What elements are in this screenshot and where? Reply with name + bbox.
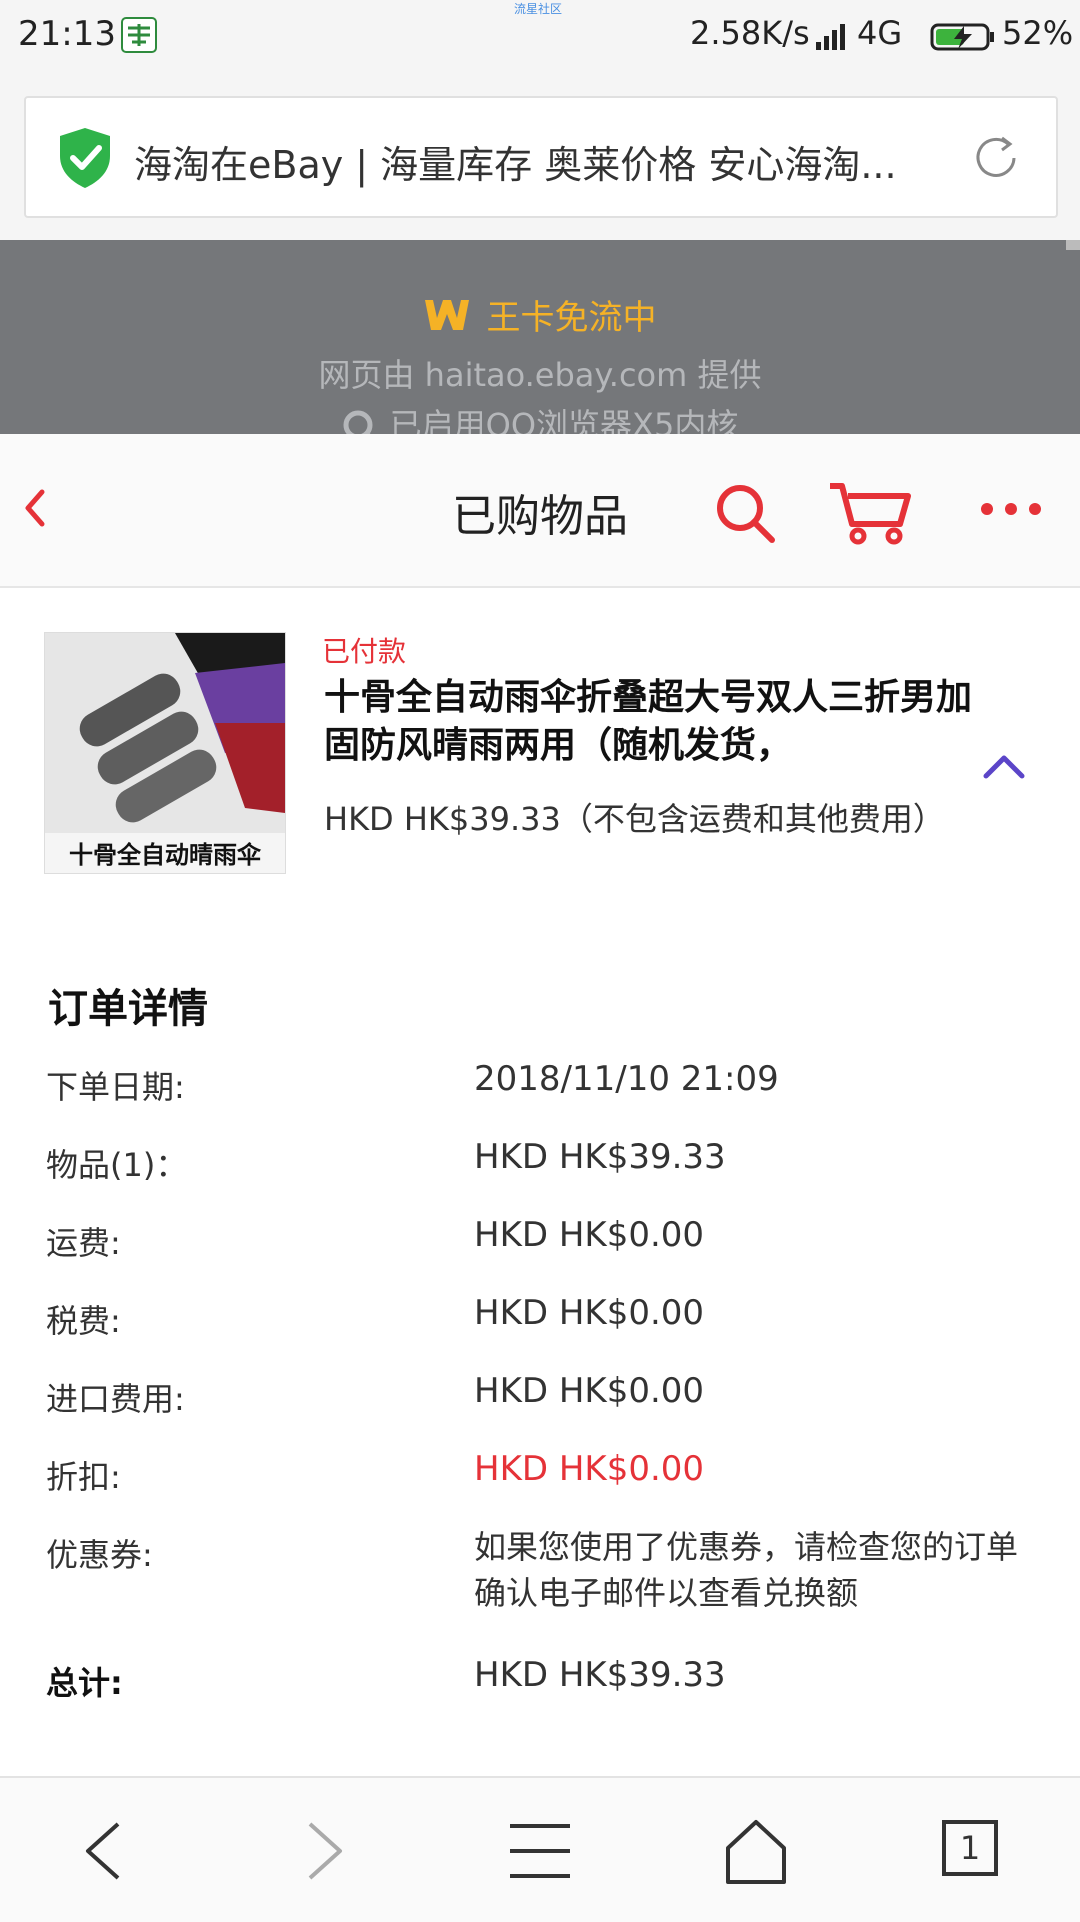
order-total-value: HKD HK$39.33 <box>474 1655 726 1695</box>
browser-info-band: 王卡免流中 网页由 haitao.ebay.com 提供 已启用QQ浏览器X5内… <box>0 240 1080 434</box>
search-icon[interactable] <box>712 480 778 546</box>
product-price: HKD HK$39.33（不包含运费和其他费用） <box>324 800 945 838</box>
order-value: HKD HK$0.00 <box>474 1293 705 1333</box>
x5-notice-row: 已启用QQ浏览器X5内核 <box>0 400 1080 434</box>
app-header: 已购物品 <box>0 434 1080 588</box>
nav-back-icon[interactable] <box>66 1816 146 1886</box>
security-shield-icon <box>60 128 110 188</box>
order-label: 优惠券: <box>46 1536 153 1574</box>
status-bar: 21:13 流星社区 2.58K/s 4G 52% <box>0 0 1080 76</box>
refresh-icon[interactable] <box>968 130 1024 186</box>
order-details-heading: 订单详情 <box>48 986 208 1032</box>
order-label: 运费: <box>46 1224 121 1262</box>
address-bar[interactable]: 海淘在eBay | 海量库存 奥莱价格 安心海淘... <box>24 96 1058 218</box>
chevron-up-icon[interactable] <box>982 752 1026 780</box>
wang-card-icon <box>425 299 470 330</box>
product-image-caption: 十骨全自动晴雨伞 <box>69 841 262 869</box>
order-label: 进口费用: <box>46 1380 185 1418</box>
nav-forward-icon[interactable] <box>282 1816 362 1886</box>
tab-count: 1 <box>959 1829 981 1867</box>
order-label: 折扣: <box>46 1458 121 1496</box>
home-icon[interactable] <box>716 1816 796 1886</box>
more-options-icon[interactable] <box>978 500 1044 518</box>
order-value: 2018/11/10 21:09 <box>474 1059 779 1099</box>
order-label: 下单日期: <box>46 1068 185 1106</box>
wang-card-label: 王卡免流中 <box>486 298 657 338</box>
network-type: 4G <box>857 14 903 52</box>
order-value: HKD HK$0.00 <box>474 1215 705 1255</box>
product-image[interactable]: 十骨全自动晴雨伞 <box>44 632 286 874</box>
qq-browser-icon <box>343 410 373 434</box>
scroll-indicator <box>1066 240 1080 250</box>
cart-icon[interactable] <box>828 480 914 546</box>
browser-bottom-nav: 1 <box>0 1776 1080 1922</box>
order-status: 已付款 <box>322 635 407 668</box>
umbrella-illustration: 十骨全自动晴雨伞 <box>45 633 285 873</box>
battery-percent: 52% <box>1002 14 1074 52</box>
provider-notice: 网页由 haitao.ebay.com 提供 <box>318 356 762 394</box>
status-time: 21:13 <box>18 14 116 54</box>
order-value: HKD HK$0.00 <box>474 1371 705 1411</box>
order-label: 税费: <box>46 1302 121 1340</box>
product-title[interactable]: 十骨全自动雨伞折叠超大号双人三折男加固防风晴雨两用（随机发货， <box>324 674 988 780</box>
browser-address-area: 海淘在eBay | 海量库存 奥莱价格 安心海淘... <box>0 76 1080 240</box>
tabs-counter-button[interactable]: 1 <box>942 1820 998 1876</box>
coupon-note: 如果您使用了优惠券，请检查您的订单确认电子邮件以查看兑换额 <box>474 1528 1019 1612</box>
post-office-icon <box>121 17 157 53</box>
watermark-label: 流星社区 <box>514 2 563 16</box>
battery-icon <box>930 23 994 51</box>
x5-notice: 已启用QQ浏览器X5内核 <box>389 406 739 434</box>
order-label: 物品(1)： <box>46 1146 188 1184</box>
network-speed: 2.58K/s <box>690 14 810 52</box>
menu-icon[interactable] <box>500 1816 580 1886</box>
order-value: HKD HK$39.33 <box>474 1137 726 1177</box>
header-title: 已购物品 <box>452 491 628 542</box>
wang-card-row: 王卡免流中 <box>0 290 1080 338</box>
page-title[interactable]: 海淘在eBay | 海量库存 奥莱价格 安心海淘... <box>134 134 964 189</box>
discount-value: HKD HK$0.00 <box>474 1449 705 1489</box>
signal-icon <box>816 24 845 50</box>
order-total-label: 总计: <box>46 1664 123 1702</box>
